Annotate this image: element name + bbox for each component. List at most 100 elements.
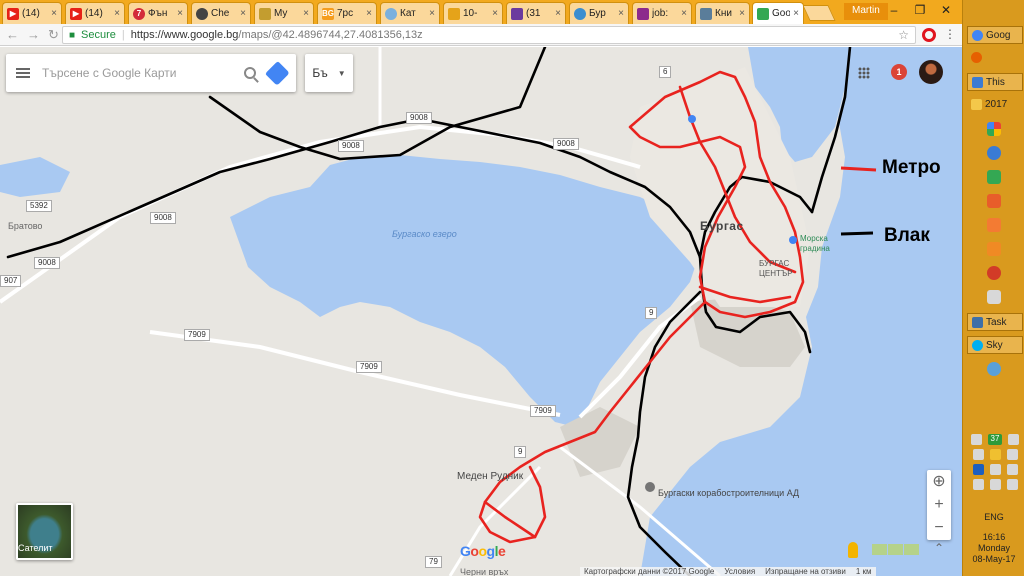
taskbar-item-this-pc[interactable]: This bbox=[967, 73, 1023, 91]
minimize-button[interactable]: – bbox=[880, 0, 908, 20]
tab-burgas[interactable]: Бур × bbox=[569, 2, 629, 24]
language-indicator[interactable]: ENG bbox=[963, 512, 1024, 522]
map-canvas[interactable]: Търсене с Google Карти Бъ ▼ 1 Метро Влак… bbox=[0, 47, 962, 576]
reload-icon[interactable]: ↻ bbox=[48, 27, 59, 43]
tray-icon[interactable] bbox=[972, 449, 984, 460]
imagery-thumbnails[interactable] bbox=[872, 544, 919, 555]
maps-app-icon[interactable] bbox=[987, 170, 1001, 184]
office-icon[interactable] bbox=[987, 194, 1001, 208]
close-tab-icon[interactable]: × bbox=[429, 8, 435, 19]
tab-fun[interactable]: 7 Фън × bbox=[128, 2, 188, 24]
new-tab-button[interactable] bbox=[802, 5, 836, 21]
tab-my[interactable]: My × bbox=[254, 2, 314, 24]
tab-chess[interactable]: Che × bbox=[191, 2, 251, 24]
center-label-1: БУРГАС bbox=[759, 259, 790, 268]
tab-mail[interactable]: (31 × bbox=[506, 2, 566, 24]
system-tray: 37 bbox=[967, 434, 1023, 494]
headphones-icon[interactable] bbox=[987, 266, 1001, 280]
tray-badge[interactable]: 37 bbox=[988, 434, 1002, 445]
youtube-icon: ▶ bbox=[7, 7, 19, 20]
tray-icon[interactable] bbox=[971, 434, 982, 445]
terms-link[interactable]: Условия bbox=[724, 567, 755, 576]
close-window-button[interactable]: ✕ bbox=[932, 0, 960, 20]
tray-icon[interactable] bbox=[1008, 434, 1019, 445]
expand-icon[interactable]: ⌃ bbox=[934, 541, 944, 555]
tab-7pc[interactable]: BG 7pc × bbox=[317, 2, 377, 24]
close-tab-icon[interactable]: × bbox=[240, 8, 246, 19]
folder-icon bbox=[259, 7, 271, 20]
close-tab-icon[interactable]: × bbox=[303, 8, 309, 19]
settings-app-icon[interactable] bbox=[987, 218, 1001, 232]
desktop: ▶ (14) × ▶ (14) × 7 Фън × Che × My × BG 7pc × Кат ×… bbox=[0, 0, 1024, 576]
search-input[interactable]: Търсене с Google Карти bbox=[42, 66, 232, 80]
close-tab-icon[interactable]: × bbox=[114, 8, 120, 19]
clock[interactable]: 16:16 Monday 08-May-17 bbox=[963, 532, 1024, 565]
taskbar-item-folder-2017[interactable]: 2017 bbox=[967, 95, 1023, 113]
drive-icon[interactable] bbox=[987, 290, 1001, 304]
book-icon bbox=[700, 7, 712, 20]
garden-label-1: Морска bbox=[800, 234, 828, 243]
app-icon[interactable] bbox=[987, 242, 1001, 256]
road-number: 9008 bbox=[150, 212, 176, 224]
apps-grid-icon[interactable] bbox=[858, 67, 870, 79]
tab-10[interactable]: 10- × bbox=[443, 2, 503, 24]
tab-kat[interactable]: Кат × bbox=[380, 2, 440, 24]
url-text: https://www.google.bg/maps/@42.4896744,2… bbox=[131, 29, 423, 41]
tray-icon[interactable] bbox=[989, 449, 1001, 460]
close-tab-icon[interactable]: × bbox=[555, 8, 561, 19]
opera-extension-icon[interactable] bbox=[922, 28, 936, 42]
map-search-box[interactable]: Търсене с Google Карти bbox=[6, 54, 296, 92]
address-bar[interactable]: ■ Secure | https://www.google.bg/maps/@4… bbox=[62, 26, 916, 44]
bookmark-star-icon[interactable]: ☆ bbox=[898, 28, 909, 42]
zoom-in-button[interactable]: + bbox=[927, 493, 951, 517]
directions-icon[interactable] bbox=[264, 60, 290, 86]
tab-google-maps[interactable]: Goo × bbox=[752, 2, 804, 24]
taskbar: Goog This 2017 Task Sky 37 ENG 16:16 Mon… bbox=[962, 0, 1024, 576]
taskbar-item-firefox[interactable] bbox=[967, 48, 1023, 66]
tab-youtube-2[interactable]: ▶ (14) × bbox=[65, 2, 125, 24]
taskbar-item-skype[interactable]: Sky bbox=[967, 336, 1023, 354]
browser-menu-icon[interactable]: ⋮ bbox=[944, 27, 956, 41]
taskbar-item-chrome[interactable]: Goog bbox=[967, 26, 1023, 44]
close-tab-icon[interactable]: × bbox=[739, 8, 745, 19]
shipyard-label: Бургаски корабостроителници АД bbox=[658, 488, 800, 498]
back-icon[interactable]: ← bbox=[6, 27, 19, 43]
volume-icon[interactable] bbox=[1006, 464, 1018, 475]
forward-icon[interactable]: → bbox=[27, 27, 40, 43]
chernivrah-label: Черни връх bbox=[460, 567, 509, 576]
tray-icon[interactable] bbox=[989, 479, 1001, 490]
language-selector[interactable]: Бъ ▼ bbox=[305, 54, 353, 92]
youtube-icon: ▶ bbox=[70, 7, 82, 20]
close-tab-icon[interactable]: × bbox=[681, 8, 687, 19]
nav-buttons: ← → ↻ bbox=[6, 27, 59, 43]
bg-icon: BG bbox=[322, 7, 334, 20]
close-tab-icon[interactable]: × bbox=[793, 8, 799, 19]
my-location-icon[interactable]: ⊕ bbox=[927, 470, 951, 494]
tray-icon[interactable] bbox=[1006, 479, 1018, 490]
tray-icon[interactable] bbox=[989, 464, 1001, 475]
tray-icon[interactable] bbox=[1006, 449, 1018, 460]
taskbar-item-task-manager[interactable]: Task bbox=[967, 313, 1023, 331]
hamburger-menu-icon[interactable] bbox=[16, 68, 30, 78]
avatar[interactable] bbox=[919, 60, 943, 84]
maximize-button[interactable]: ❐ bbox=[906, 0, 934, 20]
tab-jobs[interactable]: job: × bbox=[632, 2, 692, 24]
bluetooth-icon[interactable] bbox=[972, 464, 984, 475]
photos-icon[interactable] bbox=[987, 122, 1001, 136]
close-tab-icon[interactable]: × bbox=[177, 8, 183, 19]
app-icon[interactable] bbox=[987, 362, 1001, 376]
network-icon[interactable] bbox=[972, 479, 984, 490]
close-tab-icon[interactable]: × bbox=[51, 8, 57, 19]
zoom-out-button[interactable]: − bbox=[927, 516, 951, 540]
close-tab-icon[interactable]: × bbox=[492, 8, 498, 19]
lock-icon: ■ bbox=[69, 29, 76, 41]
close-tab-icon[interactable]: × bbox=[618, 8, 624, 19]
search-icon[interactable] bbox=[244, 67, 256, 79]
pegman-icon[interactable] bbox=[848, 542, 858, 558]
close-tab-icon[interactable]: × bbox=[366, 8, 372, 19]
globe-icon[interactable] bbox=[987, 146, 1001, 160]
tab-youtube-1[interactable]: ▶ (14) × bbox=[2, 2, 62, 24]
feedback-link[interactable]: Изпращане на отзиви bbox=[765, 567, 846, 576]
tab-books[interactable]: Кни × bbox=[695, 2, 750, 24]
notifications-badge[interactable]: 1 bbox=[891, 64, 907, 80]
